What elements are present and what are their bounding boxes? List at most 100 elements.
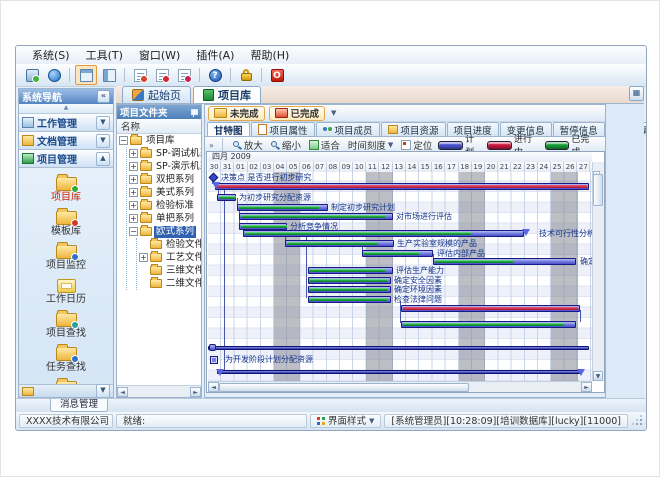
scroll-down-icon[interactable]: ▼	[593, 371, 603, 381]
tree-expander[interactable]: +	[129, 175, 138, 184]
tree-node[interactable]: +单把系列	[127, 212, 201, 225]
summary-bar[interactable]	[217, 370, 581, 374]
chevron-down-icon[interactable]: ▼	[96, 384, 110, 398]
menu-item-工[interactable]: 工具(T)	[78, 46, 131, 64]
tool-时间刻度[interactable]: 时间刻度▼	[346, 138, 395, 152]
tree-node[interactable]: +检验标准	[127, 199, 201, 212]
tree-node[interactable]: −项目库	[117, 134, 201, 147]
menu-item-插[interactable]: 插件(A)	[188, 46, 242, 64]
tool-缩小[interactable]: 缩小	[269, 138, 303, 152]
gantt-plot[interactable]: 决策点 是否进行初步研究为初步研究分配资源制定初步研究计划对市场进行评估分析竞争…	[208, 172, 592, 381]
task-bar[interactable]	[308, 286, 391, 293]
tree-expander[interactable]: +	[129, 214, 138, 223]
task-bar[interactable]	[308, 277, 391, 284]
resize-grip[interactable]	[633, 416, 643, 426]
window-button[interactable]	[75, 65, 97, 85]
help-button[interactable]	[205, 66, 225, 84]
task-icon[interactable]	[210, 356, 218, 364]
chevron-icon[interactable]: ▼	[96, 116, 110, 130]
toolbar-overflow-icon[interactable]: »	[209, 141, 214, 150]
sidebar-item[interactable]: 模板库	[51, 207, 81, 237]
tool-适合[interactable]: 适合	[307, 138, 342, 152]
progress-bar[interactable]	[401, 305, 580, 312]
tab-list-button[interactable]: ▦	[629, 86, 644, 101]
tree-node[interactable]: +双把系列	[127, 173, 201, 186]
gantt-tab-项目属性[interactable]: 项目属性	[251, 122, 315, 136]
task-bar[interactable]	[239, 223, 287, 230]
chevron-icon[interactable]: ▼	[96, 134, 110, 148]
lock-button[interactable]	[236, 66, 256, 84]
tab-项目库[interactable]: 项目库	[193, 86, 261, 103]
scroll-right-icon[interactable]: ►	[581, 382, 592, 392]
gantt-tab-项目成员[interactable]: 项目成员	[316, 122, 380, 136]
tool-定位[interactable]: 定位	[399, 138, 434, 152]
task-bar[interactable]	[285, 240, 394, 247]
task-bar[interactable]	[433, 258, 576, 265]
task-bar[interactable]	[217, 194, 236, 201]
menu-item-帮[interactable]: 帮助(H)	[242, 46, 297, 64]
summary-bar[interactable]	[208, 346, 589, 350]
sidebar-group-3[interactable]: 项目管理▲	[19, 150, 113, 168]
nav-collapsed-group[interactable]: ▼	[19, 384, 113, 397]
tree-expander[interactable]: +	[129, 188, 138, 197]
pin-icon[interactable]	[189, 108, 198, 117]
tree-column-header[interactable]: 名称	[117, 119, 201, 134]
tree-expander[interactable]: −	[129, 227, 138, 236]
tree-node[interactable]: 二维文件	[137, 277, 201, 290]
tree-expander[interactable]: +	[129, 162, 138, 171]
task-bar[interactable]	[237, 204, 328, 211]
schedule-button[interactable]	[152, 66, 172, 84]
computer-button[interactable]	[22, 66, 42, 84]
tree-expander[interactable]: +	[129, 201, 138, 210]
filter-已完成[interactable]: 已完成	[269, 106, 326, 121]
vscroll-thumb[interactable]	[593, 174, 603, 206]
scroll-right-icon[interactable]: ►	[190, 387, 201, 397]
chevron-icon[interactable]: ▲	[96, 152, 110, 166]
tree-node[interactable]: +美式系列	[127, 186, 201, 199]
sidebar-item[interactable]: 任务查找	[46, 343, 86, 373]
gantt-vscrollbar[interactable]: ▲ ▼	[592, 162, 604, 381]
tree-node[interactable]: +SP-调试机系	[127, 147, 201, 160]
milestone-marker[interactable]	[209, 173, 219, 183]
sidebar-item[interactable]: 项目查找	[46, 309, 86, 339]
task-button[interactable]	[174, 66, 194, 84]
exit-button[interactable]	[267, 66, 287, 84]
tree-node[interactable]: 检验文件	[137, 238, 201, 251]
task-bar[interactable]	[308, 296, 391, 303]
sidebar-collapse-button[interactable]: «	[97, 90, 110, 103]
tree-expander[interactable]: +	[129, 149, 138, 158]
tree-expander[interactable]: −	[119, 136, 128, 145]
gantt-tab-甘特图[interactable]: 甘特图	[207, 122, 250, 136]
gantt-tab-项目资源[interactable]: 项目资源	[381, 122, 446, 136]
menu-item-系[interactable]: 系统(S)	[24, 46, 78, 64]
tree-hscrollbar[interactable]: ◄ ►	[117, 385, 201, 397]
tab-起始页[interactable]: 起始页	[122, 86, 191, 103]
sidebar-group-1[interactable]: 工作管理▼	[19, 114, 113, 132]
task-bar[interactable]	[308, 267, 393, 274]
chevron-down-icon[interactable]: ▼	[331, 109, 336, 117]
tool-放大[interactable]: 放大	[231, 138, 265, 152]
message-manager-tab[interactable]: 消息管理	[50, 399, 108, 412]
globe-button[interactable]	[44, 66, 64, 84]
interface-style-button[interactable]: 界面样式 ▼	[310, 414, 381, 428]
tree-expander[interactable]: +	[139, 253, 148, 262]
sidebar-group-2[interactable]: 文档管理▼	[19, 132, 113, 150]
scroll-left-icon[interactable]: ◄	[208, 382, 219, 392]
tree-node[interactable]: 三维文件	[137, 264, 201, 277]
task-bar[interactable]	[401, 321, 576, 328]
scroll-left-icon[interactable]: ◄	[117, 387, 128, 397]
tree-node[interactable]: −欧式系列	[127, 225, 201, 238]
gantt-hscrollbar[interactable]: ◄ ►	[208, 381, 592, 392]
report-button[interactable]	[130, 66, 150, 84]
progress-bar[interactable]	[215, 183, 589, 190]
sidebar-item[interactable]: 项目库	[51, 173, 81, 203]
layout-button[interactable]	[99, 66, 119, 84]
sidebar-item[interactable]: 工作日历	[46, 275, 86, 305]
tree-node[interactable]: +SP-演示机系	[127, 160, 201, 173]
task-bar[interactable]	[362, 250, 433, 257]
task-bar[interactable]	[239, 213, 393, 220]
sidebar-scroll-up[interactable]: ▲	[19, 104, 113, 114]
menu-item-窗[interactable]: 窗口(W)	[131, 46, 188, 64]
filter-未完成[interactable]: 未完成	[208, 106, 265, 121]
sidebar-item[interactable]: 项目监控	[46, 241, 86, 271]
